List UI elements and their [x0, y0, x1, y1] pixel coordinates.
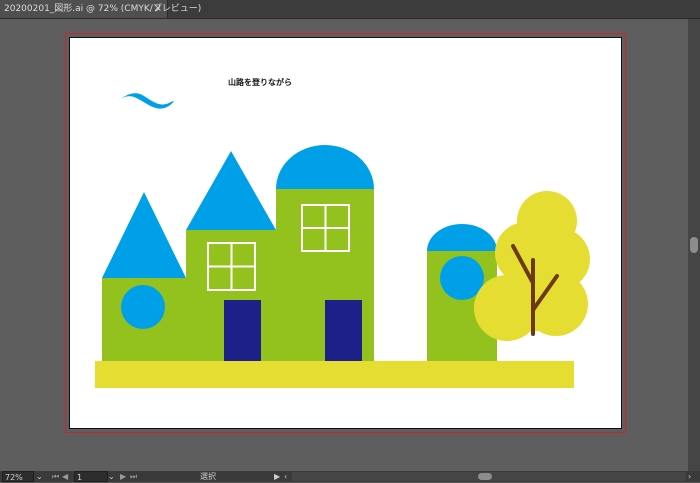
artboard-number-field[interactable]: 1 — [74, 471, 108, 482]
house4-round-window[interactable] — [440, 256, 484, 300]
zoom-field[interactable]: 72% — [2, 471, 34, 482]
scroll-right-icon[interactable]: › — [688, 471, 698, 482]
play-icon[interactable]: ▶ — [274, 471, 284, 482]
close-icon[interactable]: × — [154, 0, 162, 18]
vertical-scroll-thumb[interactable] — [690, 237, 698, 253]
artwork-title[interactable]: 山路を登りながら — [228, 77, 292, 87]
house3-dome-roof[interactable] — [276, 145, 374, 189]
first-artboard-icon[interactable]: ⏮ — [52, 471, 62, 482]
vertical-scrollbar[interactable] — [688, 19, 700, 471]
bird-shape[interactable] — [118, 93, 174, 109]
document-tabbar: 20200201_図形.ai @ 72% (CMYK/プレビュー) × — [0, 0, 700, 19]
house4-dome-roof[interactable] — [427, 224, 497, 251]
house3-door[interactable] — [325, 300, 362, 361]
artboard-dropdown-icon[interactable]: ⌄ — [108, 471, 118, 482]
scroll-left-icon[interactable]: ‹ — [284, 471, 292, 482]
house2-door[interactable] — [224, 300, 261, 361]
artboard[interactable]: 山路を登りながら — [69, 37, 622, 429]
horizontal-scrollbar[interactable] — [292, 472, 686, 481]
zoom-dropdown-icon[interactable]: ⌄ — [36, 471, 46, 482]
house2-roof[interactable] — [186, 151, 276, 230]
status-bar: 72% ⌄ ⏮ ◀ 1 ⌄ ▶ ⏭ 選択 ▶ ‹ › — [0, 471, 700, 482]
document-tab[interactable]: 20200201_図形.ai @ 72% (CMYK/プレビュー) × — [0, 0, 201, 18]
artwork-svg: 山路を登りながら — [95, 77, 590, 388]
horizontal-scroll-thumb[interactable] — [478, 473, 492, 480]
house1-roof[interactable] — [102, 192, 186, 278]
document-tab-title: 20200201_図形.ai @ 72% (CMYK/プレビュー) — [4, 4, 202, 14]
current-tool-label: 選択 — [200, 472, 216, 481]
ground-strip[interactable] — [95, 361, 574, 388]
prev-artboard-icon[interactable]: ◀ — [62, 471, 72, 482]
next-artboard-icon[interactable]: ▶ — [120, 471, 130, 482]
house1-round-window[interactable] — [121, 285, 165, 329]
last-artboard-icon[interactable]: ⏭ — [130, 471, 140, 482]
